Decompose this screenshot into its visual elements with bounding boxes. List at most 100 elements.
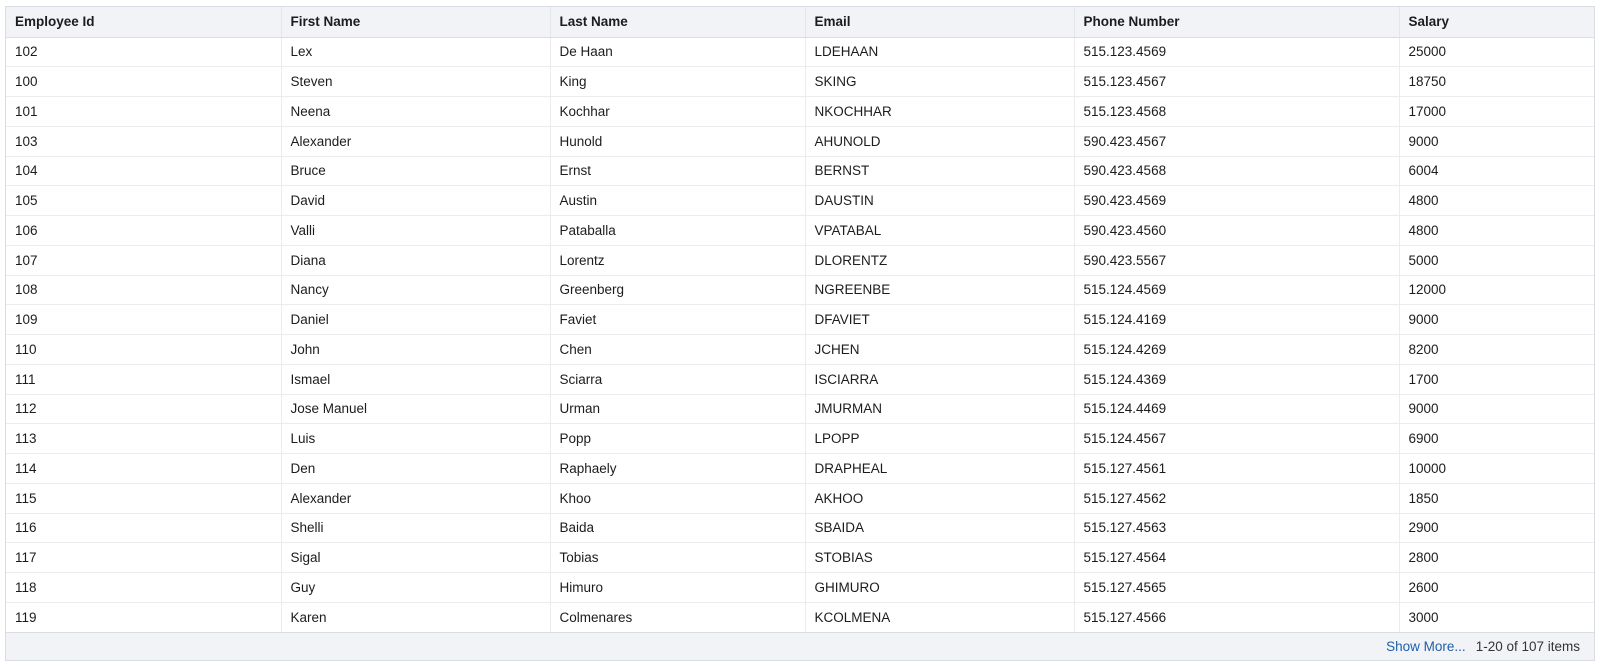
cell-employee-id: 119 [6,602,282,633]
cell-first-name: David [281,185,551,216]
cell-email: STOBIAS [805,542,1075,573]
table-row[interactable]: 105 David Austin DAUSTIN 590.423.4569 4800 [6,185,1594,216]
cell-last-name: Raphaely [550,453,806,484]
cell-salary: 18750 [1399,66,1594,97]
cell-employee-id: 114 [6,453,282,484]
cell-last-name: Khoo [550,483,806,514]
table-row[interactable]: 108 Nancy Greenberg NGREENBE 515.124.4569 120… [6,275,1594,306]
cell-last-name: Urman [550,394,806,425]
cell-first-name: Alexander [281,126,551,157]
cell-phone-number: 515.123.4567 [1074,66,1400,97]
cell-employee-id: 115 [6,483,282,514]
cell-salary: 9000 [1399,126,1594,157]
cell-salary: 6900 [1399,423,1594,454]
table-row[interactable]: 106 Valli Pataballa VPATABAL 590.423.4560 480… [6,215,1594,246]
cell-first-name: Lex [281,37,551,68]
table-row[interactable]: 116 Shelli Baida SBAIDA 515.127.4563 2900 [6,513,1594,544]
cell-employee-id: 118 [6,572,282,603]
cell-last-name: Colmenares [550,602,806,633]
cell-last-name: Ernst [550,156,806,187]
column-header-first-name[interactable]: First Name [281,7,551,38]
cell-email: JCHEN [805,334,1075,365]
cell-employee-id: 104 [6,156,282,187]
table-row[interactable]: 112 Jose Manuel Urman JMURMAN 515.124.4469 90… [6,394,1594,425]
cell-last-name: Chen [550,334,806,365]
cell-first-name: Den [281,453,551,484]
cell-salary: 9000 [1399,304,1594,335]
cell-first-name: Nancy [281,275,551,306]
cell-last-name: De Haan [550,37,806,68]
table-row[interactable]: 113 Luis Popp LPOPP 515.124.4567 6900 [6,423,1594,454]
column-header-employee-id[interactable]: Employee Id [6,7,282,38]
table-row[interactable]: 103 Alexander Hunold AHUNOLD 590.423.4567 900… [6,126,1594,157]
column-header-phone-number[interactable]: Phone Number [1074,7,1400,38]
cell-last-name: Kochhar [550,96,806,127]
employee-table: Employee Id First Name Last Name Email Phone… [6,7,1594,633]
cell-phone-number: 515.127.4566 [1074,602,1400,633]
cell-salary: 25000 [1399,37,1594,68]
cell-phone-number: 515.127.4561 [1074,453,1400,484]
cell-phone-number: 590.423.4569 [1074,185,1400,216]
cell-email: AHUNOLD [805,126,1075,157]
table-row[interactable]: 118 Guy Himuro GHIMURO 515.127.4565 2600 [6,572,1594,603]
cell-employee-id: 107 [6,245,282,276]
cell-first-name: Alexander [281,483,551,514]
table-row[interactable]: 100 Steven King SKING 515.123.4567 18750 [6,66,1594,97]
cell-last-name: King [550,66,806,97]
cell-first-name: Luis [281,423,551,454]
cell-salary: 4800 [1399,215,1594,246]
cell-email: DRAPHEAL [805,453,1075,484]
table-body: 102 Lex De Haan LDEHAAN 515.123.4569 25000 100… [6,37,1594,633]
table-row[interactable]: 117 Sigal Tobias STOBIAS 515.127.4564 2800 [6,542,1594,573]
column-header-last-name[interactable]: Last Name [550,7,806,38]
cell-email: AKHOO [805,483,1075,514]
column-header-email[interactable]: Email [805,7,1075,38]
table-row[interactable]: 104 Bruce Ernst BERNST 590.423.4568 6004 [6,156,1594,187]
table-row[interactable]: 115 Alexander Khoo AKHOO 515.127.4562 1850 [6,483,1594,514]
cell-employee-id: 103 [6,126,282,157]
cell-last-name: Hunold [550,126,806,157]
cell-employee-id: 117 [6,542,282,573]
cell-phone-number: 515.124.4469 [1074,394,1400,425]
show-more-link[interactable]: Show More... [1386,639,1466,654]
table-row[interactable]: 101 Neena Kochhar NKOCHHAR 515.123.4568 17000 [6,96,1594,127]
cell-email: SBAIDA [805,513,1075,544]
cell-phone-number: 590.423.4560 [1074,215,1400,246]
cell-first-name: Valli [281,215,551,246]
table-row[interactable]: 111 Ismael Sciarra ISCIARRA 515.124.4369 1700 [6,364,1594,395]
item-range-text: 1-20 of 107 items [1475,638,1580,654]
cell-salary: 5000 [1399,245,1594,276]
cell-last-name: Greenberg [550,275,806,306]
table-row[interactable]: 119 Karen Colmenares KCOLMENA 515.127.4566 30… [6,602,1594,633]
cell-employee-id: 101 [6,96,282,127]
cell-phone-number: 515.127.4565 [1074,572,1400,603]
cell-first-name: Steven [281,66,551,97]
column-header-salary[interactable]: Salary [1399,7,1594,38]
cell-last-name: Himuro [550,572,806,603]
cell-email: JMURMAN [805,394,1075,425]
cell-first-name: Sigal [281,542,551,573]
cell-first-name: Guy [281,572,551,603]
table-row[interactable]: 109 Daniel Faviet DFAVIET 515.124.4169 9000 [6,304,1594,335]
table-row[interactable]: 107 Diana Lorentz DLORENTZ 590.423.5567 5000 [6,245,1594,276]
cell-phone-number: 515.127.4562 [1074,483,1400,514]
cell-phone-number: 515.124.4269 [1074,334,1400,365]
cell-first-name: Neena [281,96,551,127]
table-row[interactable]: 102 Lex De Haan LDEHAAN 515.123.4569 25000 [6,37,1594,68]
cell-email: DLORENTZ [805,245,1075,276]
cell-salary: 4800 [1399,185,1594,216]
table-row[interactable]: 114 Den Raphaely DRAPHEAL 515.127.4561 10000 [6,453,1594,484]
cell-first-name: Daniel [281,304,551,335]
cell-employee-id: 112 [6,394,282,425]
cell-phone-number: 515.127.4564 [1074,542,1400,573]
cell-employee-id: 102 [6,37,282,68]
cell-phone-number: 515.124.4369 [1074,364,1400,395]
cell-first-name: Diana [281,245,551,276]
cell-first-name: Karen [281,602,551,633]
cell-employee-id: 111 [6,364,282,395]
cell-last-name: Lorentz [550,245,806,276]
cell-salary: 6004 [1399,156,1594,187]
table-row[interactable]: 110 John Chen JCHEN 515.124.4269 8200 [6,334,1594,365]
cell-phone-number: 590.423.4567 [1074,126,1400,157]
cell-employee-id: 110 [6,334,282,365]
